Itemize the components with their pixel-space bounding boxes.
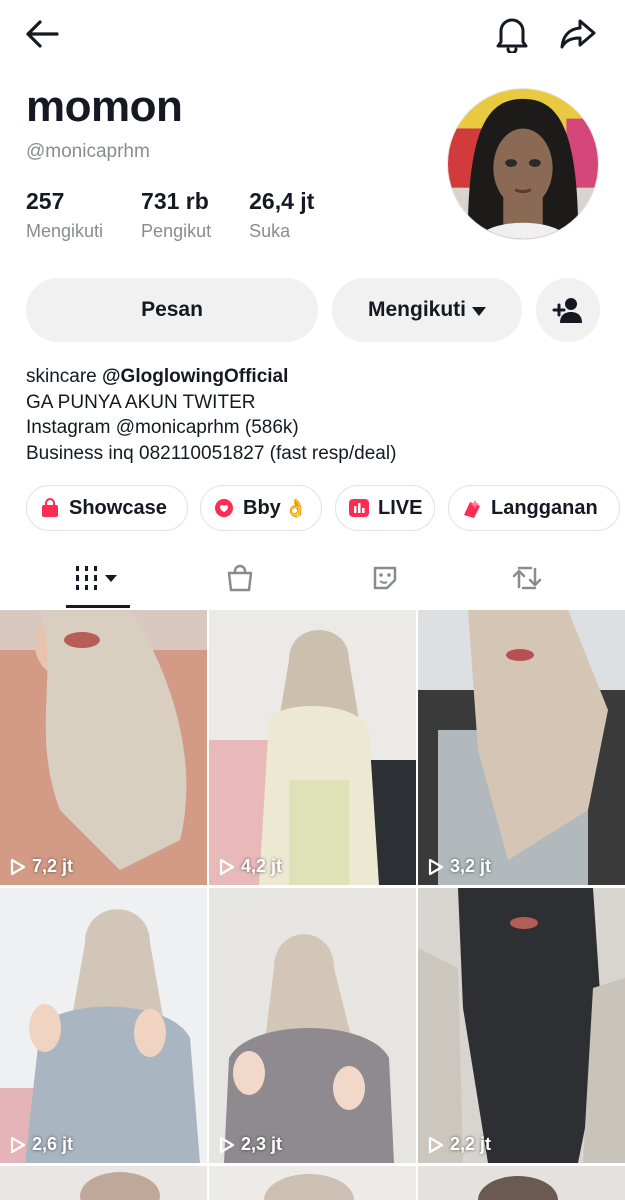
chip-label: Showcase [69, 496, 167, 519]
bio-line-2: GA PUNYA AKUN TWITER [26, 391, 256, 413]
share-arrow-icon[interactable] [556, 12, 600, 56]
message-button-label: Pesan [141, 298, 203, 321]
chip-label: Langganan [491, 496, 598, 519]
chip-live[interactable]: LIVE [335, 485, 435, 531]
play-icon [10, 1136, 26, 1154]
stat-label: Mengikuti [26, 221, 104, 241]
username-handle: @monicaprhm [26, 141, 150, 162]
following-button-label: Mengikuti [368, 298, 466, 321]
chip-bby[interactable]: Bby 👌 [200, 485, 322, 531]
live-bars-icon [348, 497, 370, 519]
following-button[interactable]: Mengikuti [332, 278, 522, 342]
profile-bio: skincare @GloglowingOfficial GA PUNYA AK… [26, 364, 396, 466]
notification-bell-icon[interactable] [490, 12, 534, 56]
shopping-bag-icon [39, 497, 61, 519]
chip-showcase[interactable]: Showcase [26, 485, 188, 531]
view-count: 2,3 jt [219, 1134, 282, 1155]
view-count-text: 4,2 jt [241, 856, 283, 876]
stat-value: 731 rb [141, 188, 209, 214]
bio-line-3: Instagram @monicaprhm (586k) [26, 417, 299, 438]
bio-mention-link[interactable]: @GloglowingOfficial [102, 366, 288, 387]
video-thumbnail[interactable] [209, 1166, 416, 1200]
video-grid: 7,2 jt 4,2 jt 3,2 jt 2,6 jt 2,3 jt 2,2 j… [0, 610, 625, 1200]
view-count: 7,2 jt [10, 856, 73, 877]
profile-stats: 257 Mengikuti 731 rb Pengikut 26,4 jt Su… [26, 188, 352, 242]
avatar[interactable] [447, 88, 599, 240]
tab-tagged[interactable] [350, 548, 420, 608]
display-name: momon [26, 82, 183, 131]
caret-down-icon [104, 574, 117, 582]
bio-line-1: skincare @GloglowingOfficial [26, 364, 396, 390]
stat-likes[interactable]: 26,4 jt Suka [249, 188, 314, 242]
bio-text: skincare [26, 366, 103, 387]
top-bar [0, 0, 625, 70]
back-arrow-icon[interactable] [20, 14, 64, 54]
view-count: 2,6 jt [10, 1134, 73, 1155]
stat-label: Pengikut [141, 221, 212, 241]
video-thumbnail[interactable]: 7,2 jt [0, 610, 207, 885]
play-icon [219, 858, 235, 876]
view-count: 2,2 jt [428, 1134, 491, 1155]
active-tab-indicator [66, 605, 130, 608]
add-friend-button[interactable] [536, 278, 600, 342]
tab-shop[interactable] [205, 548, 275, 608]
view-count-text: 2,2 jt [450, 1134, 492, 1154]
video-thumbnail[interactable] [418, 1166, 625, 1200]
content-tabs [0, 548, 625, 610]
video-thumbnail[interactable]: 3,2 jt [418, 610, 625, 885]
profile-chips: Showcase Bby 👌 LIVE Langganan [26, 485, 625, 531]
heart-chat-icon [213, 497, 235, 519]
view-count-text: 7,2 jt [32, 856, 74, 876]
stat-value: 26,4 jt [249, 188, 315, 214]
ok-hand-emoji-icon: 👌 [284, 497, 308, 518]
video-thumbnail[interactable] [0, 1166, 207, 1200]
play-icon [428, 858, 444, 876]
caret-down-icon [472, 306, 486, 316]
video-thumbnail[interactable]: 2,3 jt [209, 888, 416, 1163]
bio-line-4: Business inq 082110051827 (fast resp/dea… [26, 442, 397, 464]
video-thumbnail[interactable]: 4,2 jt [209, 610, 416, 885]
add-person-icon [552, 298, 582, 323]
tab-videos[interactable] [60, 548, 130, 608]
message-button[interactable]: Pesan [26, 278, 318, 342]
sticker-face-icon [373, 566, 397, 590]
stat-value: 257 [26, 188, 65, 214]
chip-label: Bby [243, 496, 281, 519]
stat-following[interactable]: 257 Mengikuti [26, 188, 103, 242]
grid-bars-icon [75, 566, 97, 590]
video-thumbnail[interactable]: 2,6 jt [0, 888, 207, 1163]
shopping-bag-outline-icon [227, 564, 253, 592]
chip-label: LIVE [378, 496, 423, 519]
play-icon [428, 1136, 444, 1154]
view-count: 4,2 jt [219, 856, 282, 877]
view-count: 3,2 jt [428, 856, 491, 877]
view-count-text: 2,6 jt [32, 1134, 74, 1154]
play-icon [10, 858, 26, 876]
stat-followers[interactable]: 731 rb Pengikut [141, 188, 211, 242]
view-count-text: 2,3 jt [241, 1134, 283, 1154]
profile-page: momon @monicaprhm 257 Mengikuti 731 rb P… [0, 0, 625, 1200]
tab-reposts[interactable] [492, 548, 562, 608]
play-icon [219, 1136, 235, 1154]
stat-label: Suka [249, 221, 291, 241]
view-count-text: 3,2 jt [450, 856, 492, 876]
chip-subscription[interactable]: Langganan [448, 485, 620, 531]
repost-arrows-icon [512, 566, 542, 590]
subscription-icon [461, 497, 483, 519]
video-thumbnail[interactable]: 2,2 jt [418, 888, 625, 1163]
